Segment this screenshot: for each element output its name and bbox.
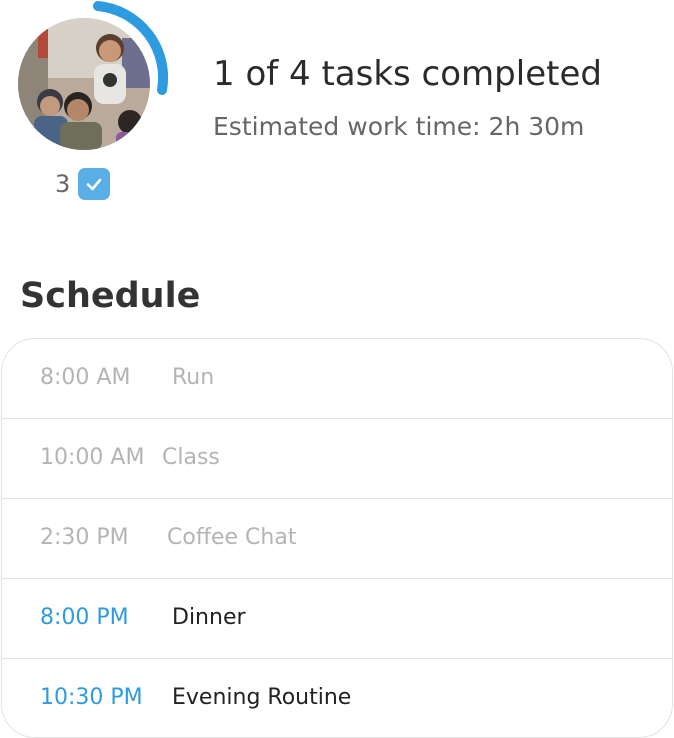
schedule-item-name: Run [172, 365, 215, 390]
schedule-item-class[interactable]: 10:00 AM Class [2, 419, 672, 499]
estimated-work-time: Estimated work time: 2h 30m [213, 112, 585, 141]
schedule-item-name: Coffee Chat [167, 525, 297, 550]
schedule-item-time: 8:00 PM [40, 605, 129, 630]
schedule-item-dinner[interactable]: 8:00 PM Dinner [2, 579, 672, 659]
schedule-item-name: Dinner [172, 605, 246, 630]
check-icon [78, 168, 111, 200]
page: 3 1 of 4 tasks completed Estimated work … [0, 0, 674, 738]
completed-count: 3 [55, 168, 111, 200]
schedule-title: Schedule [20, 276, 201, 316]
schedule-item-time: 2:30 PM [40, 525, 129, 550]
schedule-item-evening-routine[interactable]: 10:30 PM Evening Routine [2, 659, 672, 737]
schedule-list: 8:00 AM Run 10:00 AM Class 2:30 PM Coffe… [1, 338, 673, 738]
schedule-item-run[interactable]: 8:00 AM Run [2, 339, 672, 419]
tasks-progress-title: 1 of 4 tasks completed [213, 54, 602, 94]
avatar[interactable] [18, 18, 150, 150]
schedule-item-time: 10:30 PM [40, 685, 143, 710]
schedule-item-name: Evening Routine [172, 685, 352, 710]
user-photo-icon [18, 18, 150, 150]
completed-count-value: 3 [55, 170, 71, 198]
avatar-progress[interactable] [14, 0, 174, 160]
schedule-item-time: 10:00 AM [40, 445, 145, 470]
schedule-item-coffee-chat[interactable]: 2:30 PM Coffee Chat [2, 499, 672, 579]
schedule-item-time: 8:00 AM [40, 365, 131, 390]
schedule-item-name: Class [162, 445, 220, 470]
